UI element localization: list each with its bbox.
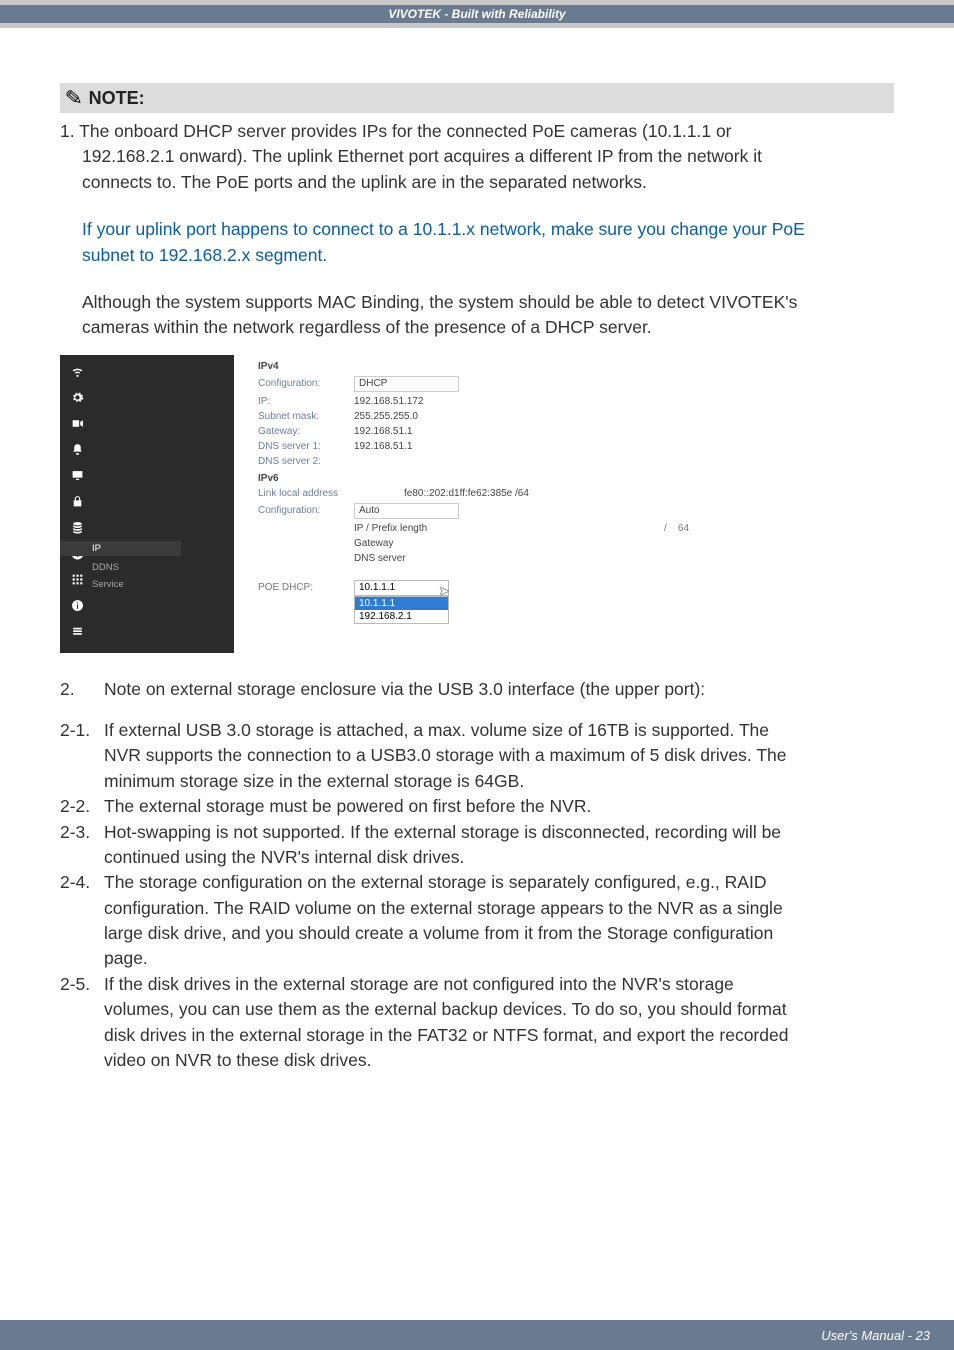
note-2-1b: NVR supports the connection to a USB3.0 … <box>104 743 894 768</box>
ipv6-prefix-slash: / <box>664 523 667 534</box>
para2-line1: If your uplink port happens to connect t… <box>82 217 894 242</box>
note-2-4a: The storage configuration on the externa… <box>104 870 894 895</box>
note-2: Note on external storage enclosure via t… <box>104 677 894 702</box>
para1-line2: 192.168.2.1 onward). The uplink Ethernet… <box>60 144 894 169</box>
wifi-icon[interactable] <box>71 365 84 381</box>
config-sidebar: IP DDNS Service <box>60 355 234 653</box>
ipv4-config-select[interactable]: DHCP <box>354 376 459 392</box>
lock-icon[interactable] <box>71 495 84 511</box>
ipv6-prefix-label: IP / Prefix length <box>354 523 454 534</box>
note-2-2: The external storage must be powered on … <box>104 794 894 819</box>
ipv4-dns1-label: DNS server 1: <box>258 441 354 452</box>
list-icon[interactable] <box>71 625 84 641</box>
list-num: 2-1. <box>60 718 104 743</box>
ipv6-heading: IPv6 <box>258 473 354 484</box>
para1-line3: connects to. The PoE ports and the uplin… <box>60 170 894 195</box>
poe-dhcp-dropdown[interactable]: 10.1.1.1 ➤ 10.1.1.1 192.168.2.1 <box>354 580 449 596</box>
note-2-5b: volumes, you can use them as the externa… <box>104 997 894 1022</box>
list-num: 2-4. <box>60 870 104 895</box>
note-label: NOTE: <box>89 88 145 109</box>
page-header: VIVOTEK - Built with Reliability <box>0 0 954 28</box>
ipv6-config-select[interactable]: Auto <box>354 503 459 519</box>
para2-line2: subnet to 192.168.2.x segment. <box>82 243 894 268</box>
gear-icon[interactable] <box>71 391 84 407</box>
note-2-1a: If external USB 3.0 storage is attached,… <box>104 718 894 743</box>
info-icon[interactable] <box>71 599 84 615</box>
para3-line2: cameras within the network regardless of… <box>82 315 894 340</box>
sidebar-submenu: IP DDNS Service <box>92 541 181 590</box>
ipv4-mask-value: 255.255.255.0 <box>354 411 418 422</box>
poe-option-2[interactable]: 192.168.2.1 <box>355 610 448 623</box>
header-title-bar: VIVOTEK - Built with Reliability <box>0 5 954 23</box>
ipv6-dns-label: DNS server <box>354 553 406 564</box>
list-num: 2. <box>60 677 104 702</box>
poe-option-1[interactable]: 10.1.1.1 <box>355 597 448 610</box>
notes-list-2: 2.Note on external storage enclosure via… <box>60 677 894 1074</box>
note-2-3a: Hot-swapping is not supported. If the ex… <box>104 820 894 845</box>
note-2-5d: video on NVR to these disk drives. <box>104 1048 894 1073</box>
ipv6-config-label: Configuration: <box>258 505 354 516</box>
sidebar-item-ip[interactable]: IP <box>60 541 181 556</box>
header-title: VIVOTEK - Built with Reliability <box>388 7 565 21</box>
display-icon[interactable] <box>71 469 84 485</box>
ipv4-mask-label: Subnet mask: <box>258 411 354 422</box>
storage-icon[interactable] <box>71 521 84 537</box>
ipv4-config-label: Configuration: <box>258 378 354 389</box>
poe-dhcp-selected[interactable]: 10.1.1.1 <box>354 580 449 596</box>
bell-icon[interactable] <box>71 443 84 459</box>
sidebar-icon-column <box>69 365 85 641</box>
ipv4-ip-label: IP: <box>258 396 354 407</box>
note-paragraph-3: Although the system supports MAC Binding… <box>60 290 894 341</box>
note-paragraph-1: 1. The onboard DHCP server provides IPs … <box>60 119 894 195</box>
para1-line1: 1. The onboard DHCP server provides IPs … <box>60 119 894 144</box>
ipv6-prefix-len: 64 <box>678 523 689 534</box>
ipv4-gw-value: 192.168.51.1 <box>354 426 412 437</box>
note-2-4d: page. <box>104 946 894 971</box>
poe-dhcp-label: POE DHCP: <box>258 582 354 593</box>
sidebar-item-ddns[interactable]: DDNS <box>92 562 181 573</box>
ipv4-dns2-label: DNS server 2: <box>258 456 354 467</box>
ipv4-heading: IPv4 <box>258 361 354 372</box>
note-2-5c: disk drives in the external storage in t… <box>104 1023 894 1048</box>
note-paragraph-2: If your uplink port happens to connect t… <box>60 217 894 268</box>
list-num: 2-5. <box>60 972 104 997</box>
note-2-3b: continued using the NVR's internal disk … <box>104 845 894 870</box>
ipv4-dns1-value: 192.168.51.1 <box>354 441 412 452</box>
ipv6-gw-label: Gateway <box>354 538 393 549</box>
grid-icon[interactable] <box>71 573 84 589</box>
para3-line1: Although the system supports MAC Binding… <box>82 290 894 315</box>
camera-icon[interactable] <box>71 417 84 433</box>
footer-text: User's Manual - 23 <box>821 1328 930 1343</box>
ipv4-ip-value: 192.168.51.172 <box>354 396 424 407</box>
ipv4-gw-label: Gateway: <box>258 426 354 437</box>
sidebar-item-service[interactable]: Service <box>92 579 181 590</box>
list-num: 2-2. <box>60 794 104 819</box>
note-2-5a: If the disk drives in the external stora… <box>104 972 894 997</box>
ip-settings-panel: IPv4 Configuration: DHCP IP:192.168.51.1… <box>234 355 705 653</box>
note-2-4b: configuration. The RAID volume on the ex… <box>104 896 894 921</box>
ipv6-lla-label: Link local address <box>258 488 354 499</box>
config-screenshot: IP DDNS Service IPv4 Configuration: DHCP… <box>60 355 705 653</box>
list-num: 2-3. <box>60 820 104 845</box>
pencil-icon: ✎ <box>64 85 84 111</box>
note-header: ✎ NOTE: <box>60 83 894 113</box>
poe-dhcp-options: 10.1.1.1 192.168.2.1 <box>354 596 449 624</box>
ipv6-lla-value: fe80::202:d1ff:fe62:385e /64 <box>404 488 529 499</box>
note-2-4c: large disk drive, and you should create … <box>104 921 894 946</box>
page-footer: User's Manual - 23 <box>0 1320 954 1350</box>
note-2-1c: minimum storage size in the external sto… <box>104 769 894 794</box>
